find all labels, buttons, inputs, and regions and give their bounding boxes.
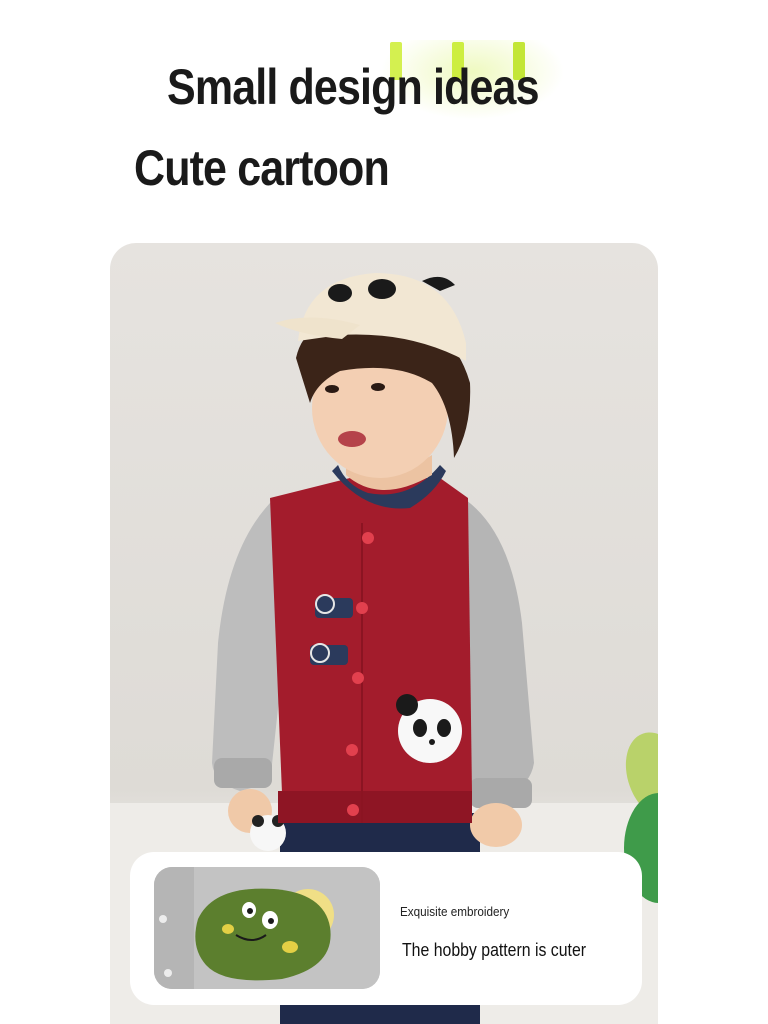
right-hand bbox=[470, 803, 522, 847]
dinosaur-embroidery-icon bbox=[154, 867, 380, 989]
heading-cute-cartoon: Cute cartoon bbox=[134, 140, 390, 196]
card-label: Exquisite embroidery bbox=[400, 904, 510, 919]
embroidery-feature-card: Exquisite embroidery The hobby pattern i… bbox=[130, 852, 642, 1005]
jacket-hem bbox=[278, 791, 472, 823]
card-caption: The hobby pattern is cuter bbox=[402, 940, 587, 960]
heading-small-design-ideas: Small design ideas bbox=[167, 59, 540, 115]
embroidery-closeup bbox=[154, 867, 380, 989]
left-cuff bbox=[214, 758, 272, 788]
